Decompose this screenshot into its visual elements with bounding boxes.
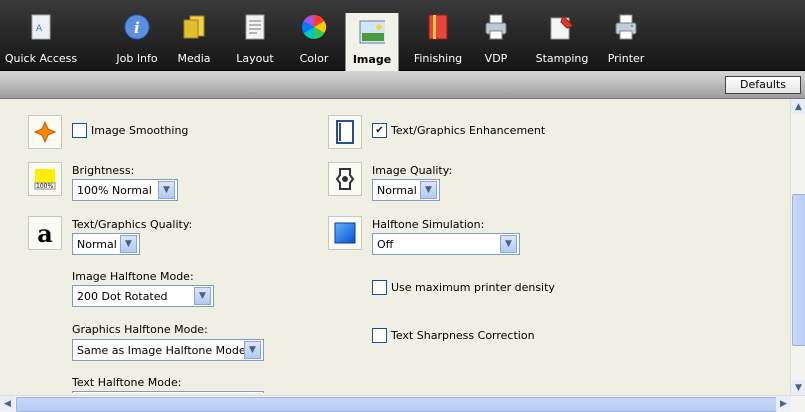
color-wheel-icon (301, 14, 327, 40)
image-quality-label: Image Quality: (372, 164, 453, 177)
tab-label: Layout (236, 52, 274, 65)
scroll-left-icon[interactable]: ◀ (0, 396, 15, 411)
chevron-down-icon[interactable]: ▼ (244, 341, 261, 359)
image-quality-select[interactable]: Normal ▼ (372, 179, 440, 201)
tab-vdp[interactable]: VDP (478, 0, 514, 70)
checkbox-box[interactable] (372, 280, 387, 295)
scroll-down-icon[interactable]: ▼ (791, 380, 805, 395)
image-halftone-label: Image Halftone Mode: (72, 270, 194, 283)
printer-icon (613, 14, 639, 40)
scroll-up-icon[interactable]: ▲ (791, 99, 805, 114)
vertical-scrollbar[interactable]: ▲ ▼ (790, 99, 805, 395)
text-graphics-enhancement-checkbox[interactable]: ✔ Text/Graphics Enhancement (372, 123, 545, 138)
defaults-button[interactable]: Defaults (725, 76, 801, 94)
halftone-simulation-icon (328, 216, 362, 250)
tab-label: Job Info (116, 52, 158, 65)
image-halftone-value: 200 Dot Rotated (77, 289, 168, 303)
horizontal-scrollbar[interactable]: ◀ ▶ (0, 395, 805, 412)
chevron-down-icon[interactable]: ▼ (120, 235, 137, 253)
tab-quick-access[interactable]: A Quick Access (4, 0, 78, 70)
max-density-checkbox[interactable]: Use maximum printer density (372, 280, 555, 295)
tab-label: VDP (484, 52, 508, 65)
text-halftone-label: Text Halftone Mode: (72, 376, 182, 389)
tab-label: Image (352, 53, 392, 66)
halftone-simulation-select[interactable]: Off ▼ (372, 233, 520, 255)
text-graphics-quality-label: Text/Graphics Quality: (72, 218, 193, 231)
text-graphics-enhancement-label: Text/Graphics Enhancement (391, 124, 546, 137)
text-graphics-quality-value: Normal (77, 237, 117, 251)
vertical-scroll-thumb[interactable] (792, 194, 805, 346)
text-halftone-select[interactable] (72, 391, 264, 393)
main-toolbar: A Quick Access i Job Info Media Layout C… (0, 0, 805, 71)
media-icon (181, 14, 207, 40)
image-smoothing-checkbox[interactable]: Image Smoothing (72, 123, 188, 138)
tab-label: Printer (607, 52, 645, 65)
stamping-icon (549, 14, 575, 40)
scroll-right-icon[interactable]: ▶ (776, 396, 791, 411)
brightness-icon-text: 100% (36, 183, 53, 190)
halftone-simulation-value: Off (377, 237, 394, 251)
tab-finishing[interactable]: Finishing (412, 0, 464, 70)
tab-stamping[interactable]: Stamping (532, 0, 592, 70)
chevron-down-icon[interactable]: ▼ (194, 287, 211, 305)
image-smoothing-label: Image Smoothing (91, 124, 189, 137)
horizontal-scroll-thumb[interactable] (16, 397, 777, 412)
vdp-printer-icon (483, 14, 509, 40)
letter-a-icon: a (37, 218, 53, 248)
text-quality-icon: a (28, 216, 62, 250)
brightness-icon: 100% (28, 162, 62, 196)
tab-image[interactable]: Image (345, 13, 399, 71)
max-density-label: Use maximum printer density (391, 281, 555, 294)
image-quality-icon (328, 162, 362, 196)
checkbox-box[interactable] (72, 123, 87, 138)
tab-label: Finishing (413, 52, 463, 65)
info-icon: i (124, 14, 150, 40)
brightness-select[interactable]: 100% Normal ▼ (72, 179, 178, 201)
checkbox-box[interactable] (372, 328, 387, 343)
graphics-halftone-label: Graphics Halftone Mode: (72, 323, 208, 336)
text-sharpness-checkbox[interactable]: Text Sharpness Correction (372, 328, 535, 343)
finishing-icon (425, 14, 451, 40)
tab-label: Media (177, 52, 211, 65)
brightness-label: Brightness: (72, 164, 135, 177)
graphics-halftone-value: Same as Image Halftone Mode (77, 343, 244, 357)
text-graphics-quality-select[interactable]: Normal ▼ (72, 233, 140, 255)
settings-header-bar: Defaults (0, 71, 805, 99)
tab-label: Quick Access (4, 52, 78, 65)
svg-text:A: A (36, 24, 43, 34)
text-sharpness-label: Text Sharpness Correction (391, 329, 535, 342)
tab-label: Color (299, 52, 329, 65)
chevron-down-icon[interactable]: ▼ (158, 181, 175, 199)
brightness-value: 100% Normal (77, 183, 152, 197)
tab-label: Stamping (535, 52, 589, 65)
chevron-down-icon[interactable]: ▼ (420, 181, 437, 199)
tab-printer[interactable]: Printer (606, 0, 646, 70)
tab-color[interactable]: Color (294, 0, 334, 70)
tab-media[interactable]: Media (174, 0, 214, 70)
image-quality-value: Normal (377, 183, 417, 197)
tab-job-info[interactable]: i Job Info (112, 0, 162, 70)
quick-access-icon: A (28, 14, 54, 40)
svg-text:i: i (134, 19, 140, 37)
layout-icon (242, 14, 268, 40)
halftone-simulation-label: Halftone Simulation: (372, 218, 485, 231)
image-settings-panel: Image Smoothing 100% Brightness: 100% No… (0, 99, 790, 393)
image-smoothing-icon (28, 115, 62, 149)
checkbox-box[interactable]: ✔ (372, 123, 387, 138)
image-icon (359, 19, 385, 45)
image-halftone-select[interactable]: 200 Dot Rotated ▼ (72, 285, 214, 307)
graphics-halftone-select[interactable]: Same as Image Halftone Mode ▼ (72, 339, 264, 361)
tab-layout[interactable]: Layout (230, 0, 280, 70)
chevron-down-icon[interactable]: ▼ (500, 235, 517, 253)
text-enhancement-icon (328, 115, 362, 149)
